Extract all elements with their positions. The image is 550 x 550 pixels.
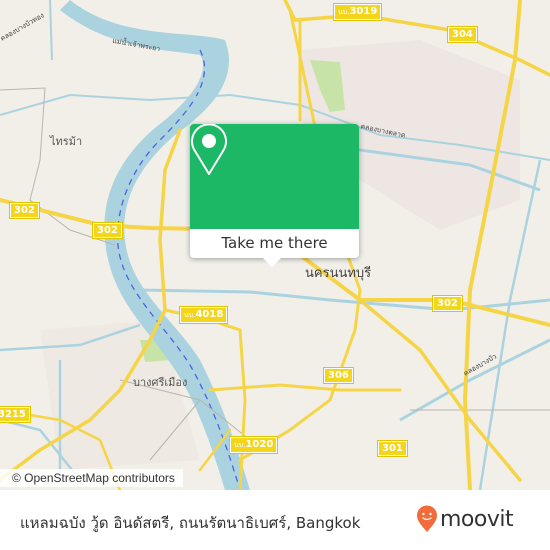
road-shield-4018: นบ.4018 xyxy=(178,306,229,324)
road-shield-301: 301 xyxy=(377,440,408,457)
road-shield-306: 306 xyxy=(323,367,354,384)
place-label-sai-ma: ไทรม้า xyxy=(50,135,83,148)
road-shield-1020: นบ.1020 xyxy=(228,436,279,454)
map-view[interactable]: นบ.3019 304 302 302 302 นบ.4018 306 3215… xyxy=(0,0,550,490)
location-popup: Take me there xyxy=(190,124,359,267)
place-label-nonthaburi: นครนนทบุรี xyxy=(305,266,372,281)
minor-road xyxy=(0,87,116,246)
take-me-there-button[interactable]: Take me there xyxy=(190,229,359,258)
road-shield-302: 302 xyxy=(9,202,40,219)
moovit-wordmark: moovit xyxy=(440,506,514,532)
canal xyxy=(49,0,53,61)
road-shield-302: 302 xyxy=(92,222,123,239)
location-title: แหลมฉบัง วู้ด อินดัสตรี, ถนนรัตนาธิเบศร์… xyxy=(20,514,361,532)
road-shield-3215: 3215 xyxy=(0,406,31,423)
popup-header xyxy=(190,124,359,229)
moovit-pin-icon xyxy=(417,505,437,532)
road-shield-302: 302 xyxy=(432,295,463,312)
popup-arrow xyxy=(262,257,282,267)
road-shield-304: 304 xyxy=(447,26,478,43)
moovit-logo[interactable]: moovit xyxy=(416,505,514,533)
map-attribution[interactable]: © OpenStreetMap contributors xyxy=(0,469,183,487)
road-east-link xyxy=(208,383,402,392)
place-label-bang-si-mueang: บางศรีเมือง xyxy=(133,376,188,389)
map-pin-icon xyxy=(191,124,227,175)
road-shield-3019: นบ.3019 xyxy=(332,3,383,21)
